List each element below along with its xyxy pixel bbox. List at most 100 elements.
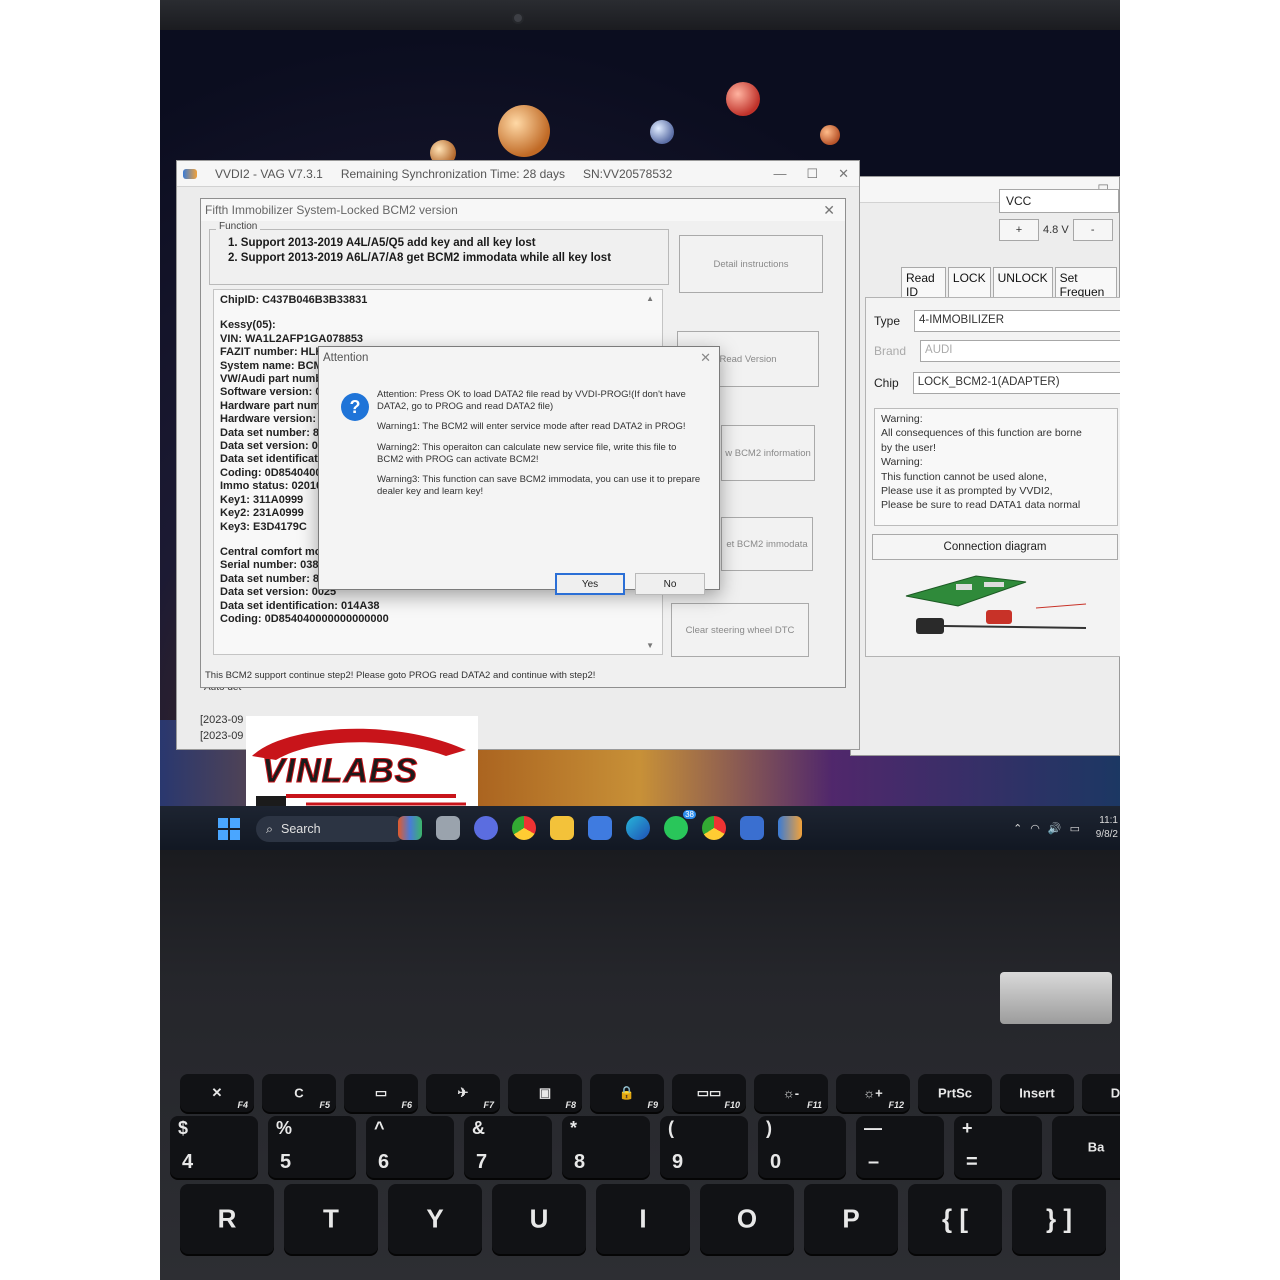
number-key[interactable]: ) 0 [758, 1116, 846, 1178]
wifi-icon[interactable]: ◠ [1030, 822, 1040, 835]
warning-line: Please use it as prompted by VVDI2, [881, 485, 1053, 498]
key-label: O [736, 1203, 758, 1234]
clock[interactable]: 11:1 9/8/2 [1096, 814, 1120, 842]
letter-key[interactable]: T [284, 1184, 378, 1254]
info-line: VIN: WA1L2AFP1GA078853 [220, 332, 364, 345]
fn-key[interactable]: ▭ F6 [344, 1074, 418, 1112]
info-line: Kessy(05): [220, 319, 276, 332]
key-fn-label: F9 [647, 1100, 658, 1110]
file-explorer-icon[interactable] [550, 816, 574, 840]
vcc-select[interactable]: VCC [999, 189, 1119, 213]
fn-key[interactable]: ▣ F8 [508, 1074, 582, 1112]
key-fn-label: F6 [401, 1100, 412, 1110]
store-icon[interactable] [588, 816, 612, 840]
number-key[interactable]: * 8 [562, 1116, 650, 1178]
number-key[interactable]: ^ 6 [366, 1116, 454, 1178]
scroll-up-icon[interactable]: ▲ [646, 292, 654, 305]
letter-key[interactable]: O [700, 1184, 794, 1254]
close-icon[interactable]: ✕ [700, 350, 719, 366]
key-label: U [529, 1203, 549, 1234]
teams-icon[interactable] [474, 816, 498, 840]
chrome-icon[interactable] [512, 816, 536, 840]
whatsapp-icon[interactable]: 38 [664, 810, 696, 840]
letter-key[interactable]: R [180, 1184, 274, 1254]
key-fn-label: F4 [237, 1100, 248, 1110]
laptop-bezel [160, 0, 1120, 30]
fn-key[interactable]: 🔒 F9 [590, 1074, 664, 1112]
key-fn-label: F5 [319, 1100, 330, 1110]
info-line: Data set identification: 014A38 [220, 599, 380, 612]
fn-key[interactable]: ✕ F4 [180, 1074, 254, 1112]
volume-icon[interactable]: 🔊 [1048, 822, 1062, 835]
fn-key[interactable]: ☼- F11 [754, 1074, 828, 1112]
brand-select[interactable]: AUDI [920, 340, 1120, 362]
minimize-icon[interactable]: — [773, 166, 786, 182]
type-label: Type [874, 314, 901, 328]
key-label: Insert [1019, 1085, 1055, 1101]
letter-key[interactable]: } ] [1012, 1184, 1106, 1254]
battery-icon[interactable]: ▭ [1070, 822, 1080, 835]
chrome-profile-icon[interactable] [702, 816, 726, 840]
number-key[interactable]: % 5 [268, 1116, 356, 1178]
number-key[interactable]: + = [954, 1116, 1042, 1178]
fn-key[interactable]: Insert [1000, 1074, 1074, 1112]
get-bcm2-immodata-button[interactable]: et BCM2 immodata [721, 517, 813, 571]
vvdi-app-icon[interactable] [778, 816, 802, 840]
chevron-up-icon[interactable]: ⌃ [1013, 822, 1022, 835]
key-shift-label: $ [178, 1118, 189, 1138]
letter-key[interactable]: P [804, 1184, 898, 1254]
yes-button[interactable]: Yes [555, 573, 625, 595]
log-line: [2023-09 [200, 730, 244, 742]
letter-key[interactable]: U [492, 1184, 586, 1254]
app-title: VVDI2 - VAG V7.3.1 [215, 166, 323, 181]
letter-key[interactable]: Y [388, 1184, 482, 1254]
library-app-icon[interactable] [398, 816, 422, 840]
laptop-screen: ☐ VCC + 4.8 V - Read ID LOCK UNLOCK Set … [160, 30, 1120, 850]
dialog-paragraph: Warning1: The BCM2 will enter service mo… [377, 421, 686, 433]
detail-instructions-button[interactable]: Detail instructions [679, 235, 823, 293]
edge-icon[interactable] [626, 816, 650, 840]
dialog-paragraph: Warning2: This operaiton can calculate n… [377, 441, 677, 465]
number-key[interactable]: — – [856, 1116, 944, 1178]
fn-key[interactable]: ▭▭ F10 [672, 1074, 746, 1112]
voltage-minus-button[interactable]: - [1072, 219, 1113, 241]
bcm2-information-button[interactable]: w BCM2 information [721, 425, 815, 481]
voltage-plus-button[interactable]: + [999, 219, 1039, 241]
letter-key[interactable]: { [ [908, 1184, 1002, 1254]
letter-key[interactable]: I [596, 1184, 690, 1254]
type-select[interactable]: 4-IMMOBILIZER [914, 310, 1120, 332]
windows-start-icon[interactable] [218, 818, 240, 840]
number-key[interactable]: & 7 [464, 1116, 552, 1178]
key-label: I [639, 1203, 647, 1234]
no-button[interactable]: No [635, 573, 705, 595]
key-symbol: ✈ [457, 1085, 469, 1100]
fn-key[interactable]: ☼+ F12 [836, 1074, 910, 1112]
connection-diagram-button[interactable]: Connection diagram [872, 534, 1118, 560]
key-label: 7 [476, 1151, 488, 1173]
close-icon[interactable]: ✕ [823, 202, 845, 219]
number-key[interactable]: $4 [170, 1116, 258, 1178]
clear-steering-dtc-button[interactable]: Clear steering wheel DTC [671, 603, 809, 657]
close-icon[interactable]: ✕ [838, 166, 849, 182]
key-label: } ] [1046, 1203, 1072, 1234]
vvdi-right-window: ☐ VCC + 4.8 V - Read ID LOCK UNLOCK Set … [850, 176, 1120, 756]
maximize-icon[interactable]: ☐ [806, 166, 818, 182]
taskbar-apps: 38 [398, 810, 802, 840]
number-key[interactable]: Ba [1052, 1116, 1120, 1178]
number-key[interactable]: (9 [660, 1116, 748, 1178]
status-message: This BCM2 support continue step2! Please… [205, 670, 596, 681]
function-text: 1. Support 2013-2019 A4L/A5/Q5 add key a… [228, 236, 611, 266]
key-fn-label: F10 [724, 1100, 740, 1110]
fn-key[interactable]: ✈ F7 [426, 1074, 500, 1112]
chip-select[interactable]: LOCK_BCM2-1(ADAPTER) [912, 372, 1120, 394]
wallpaper-planet [726, 82, 760, 116]
fn-key[interactable]: C F5 [262, 1074, 336, 1112]
fn-key[interactable]: De [1082, 1074, 1120, 1112]
scroll-down-icon[interactable]: ▼ [646, 639, 654, 652]
main-titlebar: VVDI2 - VAG V7.3.1 Remaining Synchroniza… [177, 161, 859, 187]
taskbar-search[interactable]: ⌕ Search [256, 816, 406, 842]
task-view-icon[interactable] [436, 816, 460, 840]
fn-key[interactable]: PrtSc [918, 1074, 992, 1112]
key-shift-label: & [472, 1118, 485, 1138]
tools-app-icon[interactable] [740, 816, 764, 840]
